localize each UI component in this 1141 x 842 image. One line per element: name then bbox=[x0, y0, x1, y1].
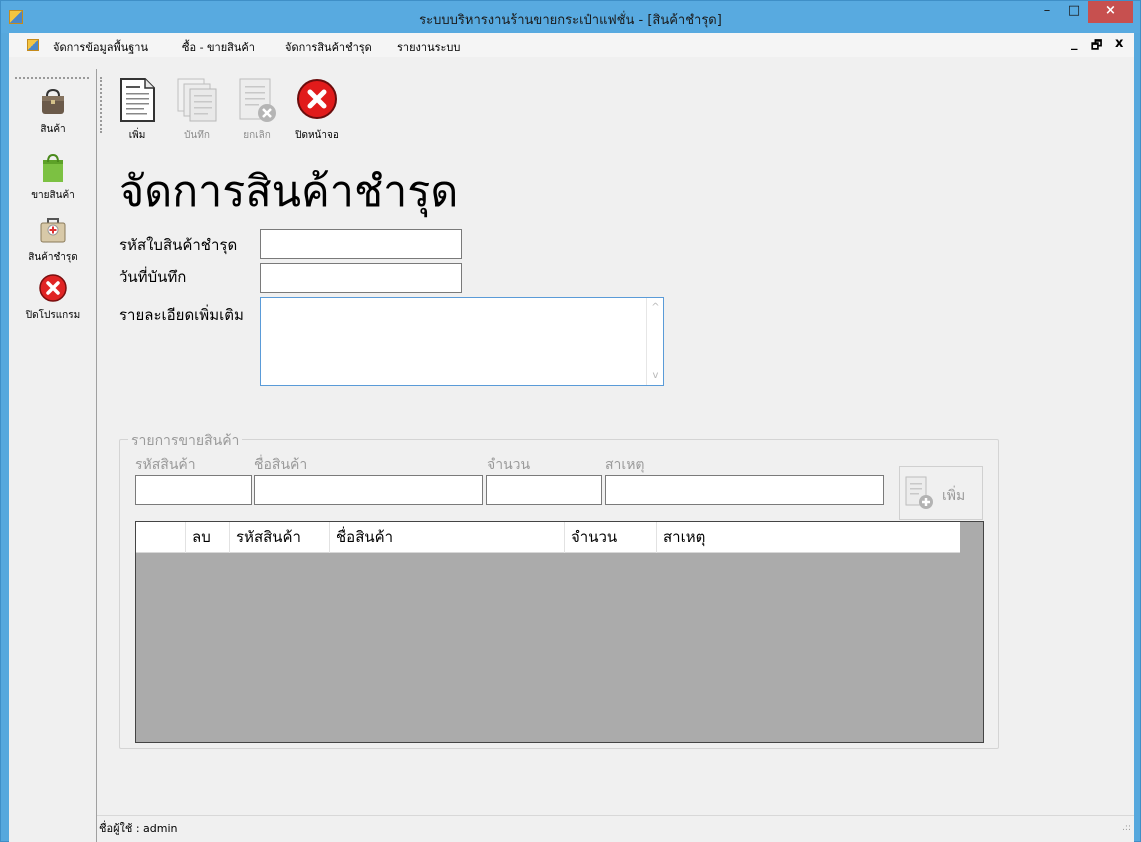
application-window: ระบบบริหารงานร้านขายกระเป๋าแฟชั่น - [สิน… bbox=[0, 0, 1141, 842]
minimize-button[interactable]: – bbox=[1034, 1, 1060, 23]
shopping-bag-icon bbox=[43, 153, 63, 182]
maximize-button[interactable]: □ bbox=[1061, 1, 1087, 23]
mdi-close-button[interactable]: x bbox=[1115, 36, 1123, 51]
bag-icon bbox=[42, 88, 64, 114]
add-document-icon bbox=[905, 476, 933, 509]
cancel-button-label: ยกเลิก bbox=[243, 130, 271, 141]
scroll-down-icon[interactable]: v bbox=[647, 370, 664, 381]
column-delete[interactable]: ลบ bbox=[186, 522, 230, 553]
menu-buy-sell[interactable]: ซื้อ - ขายสินค้า bbox=[182, 38, 255, 56]
menu-damaged-goods[interactable]: จัดการสินค้าชำรุด bbox=[285, 38, 372, 56]
sidebar-item-products[interactable]: สินค้า bbox=[9, 87, 97, 137]
save-button-label: บันทึก bbox=[184, 130, 210, 141]
sidebar-item-label: สินค้าชำรุด bbox=[28, 252, 78, 263]
sale-items-groupbox: รายการขายสินค้า รหัสสินค้า ชื่อสินค้า จำ… bbox=[119, 430, 999, 749]
add-button-label: เพิ่ม bbox=[128, 130, 146, 141]
quantity-label: จำนวน bbox=[487, 457, 531, 473]
first-aid-bag-icon bbox=[40, 218, 66, 243]
title-bar[interactable]: ระบบบริหารงานร้านขายกระเป๋าแฟชั่น - [สิน… bbox=[1, 1, 1140, 33]
date-label: วันที่บันทึก bbox=[119, 268, 187, 286]
reason-label: สาเหตุ bbox=[605, 457, 645, 473]
detail-textarea[interactable]: ^ v bbox=[260, 297, 664, 386]
cancel-button[interactable]: ยกเลิก bbox=[227, 77, 287, 143]
add-item-label: เพิ่ม bbox=[942, 488, 966, 504]
menu-reports[interactable]: รายงานระบบ bbox=[397, 38, 460, 56]
column-quantity[interactable]: จำนวน bbox=[565, 522, 657, 553]
cancel-document-icon bbox=[239, 78, 276, 122]
detail-label: รายละเอียดเพิ่มเติม bbox=[119, 306, 244, 324]
window-title: ระบบบริหารงานร้านขายกระเป๋าแฟชั่น - [สิน… bbox=[419, 13, 722, 28]
groupbox-legend: รายการขายสินค้า bbox=[128, 430, 243, 452]
add-button[interactable]: เพิ่ม bbox=[107, 77, 167, 143]
mdi-child-icon[interactable] bbox=[27, 39, 39, 51]
resize-grip-icon[interactable]: .:: bbox=[1122, 823, 1131, 833]
close-screen-button-label: ปิดหน้าจอ bbox=[295, 130, 339, 141]
product-code-label: รหัสสินค้า bbox=[135, 457, 196, 473]
form-toolstrip: เพิ่ม บันทึก ยกเลิก ปิดหน้าจอ bbox=[97, 69, 1134, 145]
close-circle-icon bbox=[39, 274, 67, 302]
sidebar-item-label: ปิดโปรแกรม bbox=[25, 310, 81, 321]
toolstrip-grip[interactable] bbox=[15, 77, 89, 79]
sidebar-item-label: สินค้า bbox=[40, 124, 66, 135]
grid-row-header bbox=[136, 522, 186, 553]
close-circle-icon bbox=[297, 79, 337, 119]
grid-header: ลบ รหัสสินค้า ชื่อสินค้า จำนวน สาเหตุ bbox=[136, 522, 960, 553]
column-product-name[interactable]: ชื่อสินค้า bbox=[330, 522, 565, 553]
menu-basic-data[interactable]: จัดการข้อมูลพื้นฐาน bbox=[53, 38, 148, 56]
product-name-label: ชื่อสินค้า bbox=[254, 457, 308, 473]
close-screen-button[interactable]: ปิดหน้าจอ bbox=[287, 77, 347, 143]
add-item-button[interactable]: เพิ่ม bbox=[899, 466, 983, 520]
doc-id-input[interactable] bbox=[260, 229, 462, 259]
menu-bar: จัดการข้อมูลพื้นฐาน ซื้อ - ขายสินค้า จัด… bbox=[9, 33, 1134, 57]
sidebar-item-exit[interactable]: ปิดโปรแกรม bbox=[9, 273, 97, 323]
reason-input[interactable] bbox=[605, 475, 884, 505]
new-document-icon bbox=[120, 78, 155, 122]
quantity-input[interactable] bbox=[486, 475, 602, 505]
left-toolstrip: สินค้า ขายสินค้า สินค้าชำรุด ปิดโปรแกรม bbox=[9, 69, 97, 842]
user-status: ชื่อผู้ใช้ : admin bbox=[99, 822, 178, 835]
close-window-button[interactable]: × bbox=[1088, 1, 1133, 23]
product-code-input[interactable] bbox=[135, 475, 252, 505]
sidebar-item-sell[interactable]: ขายสินค้า bbox=[9, 153, 97, 203]
scroll-up-icon[interactable]: ^ bbox=[647, 302, 664, 313]
client-area: จัดการข้อมูลพื้นฐาน ซื้อ - ขายสินค้า จัด… bbox=[9, 33, 1134, 842]
column-reason[interactable]: สาเหตุ bbox=[657, 522, 960, 553]
mdi-minimize-button[interactable]: _ bbox=[1071, 36, 1078, 51]
toolstrip-grip[interactable] bbox=[100, 77, 102, 133]
doc-id-label: รหัสใบสินค้าชำรุด bbox=[119, 236, 238, 254]
product-name-input[interactable] bbox=[254, 475, 483, 505]
items-datagrid[interactable]: ลบ รหัสสินค้า ชื่อสินค้า จำนวน สาเหตุ bbox=[135, 521, 984, 743]
date-input[interactable] bbox=[260, 263, 462, 293]
damaged-goods-form: จัดการสินค้าชำรุด รหัสใบสินค้าชำรุด วันท… bbox=[97, 145, 1134, 842]
status-bar: ชื่อผู้ใช้ : admin .:: bbox=[97, 815, 1134, 835]
save-button[interactable]: บันทึก bbox=[167, 77, 227, 143]
save-documents-icon bbox=[177, 78, 217, 122]
sidebar-item-label: ขายสินค้า bbox=[31, 190, 75, 201]
mdi-restore-button[interactable]: 🗗 bbox=[1091, 36, 1102, 57]
page-title: จัดการสินค้าชำรุด bbox=[119, 167, 459, 217]
textarea-scrollbar[interactable]: ^ v bbox=[646, 298, 663, 385]
sidebar-item-damaged[interactable]: สินค้าชำรุด bbox=[9, 215, 97, 265]
column-product-code[interactable]: รหัสสินค้า bbox=[230, 522, 330, 553]
